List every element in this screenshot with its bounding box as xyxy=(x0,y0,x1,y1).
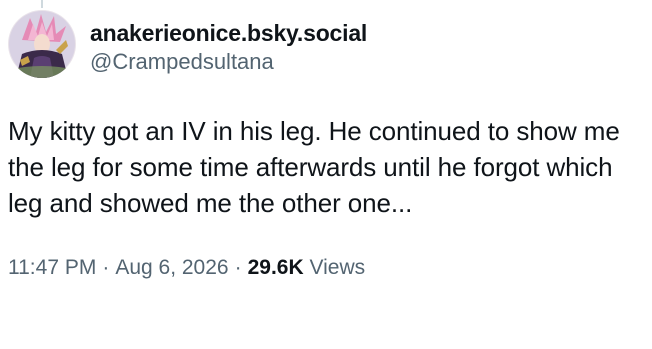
tweet-text: My kitty got an IV in his leg. He contin… xyxy=(8,116,620,218)
avatar-image xyxy=(8,10,76,78)
meta-separator: · xyxy=(102,256,110,279)
tweet-card: anakerieonice.bsky.social @Crampedsultan… xyxy=(8,10,644,282)
author-handle[interactable]: @Crampedsultana xyxy=(90,48,367,76)
views-label: Views xyxy=(309,256,366,279)
avatar[interactable] xyxy=(8,10,76,78)
tweet-date[interactable]: Aug 6, 2026 xyxy=(115,256,228,279)
views-count[interactable]: 29.6K xyxy=(248,256,304,279)
tweet-time[interactable]: 11:47 PM xyxy=(8,256,96,279)
tweet-metadata: 11:47 PM · Aug 6, 2026 · 29.6K Views xyxy=(8,254,644,282)
author-names: anakerieonice.bsky.social @Crampedsultan… xyxy=(90,10,367,76)
author-display-name[interactable]: anakerieonice.bsky.social xyxy=(90,18,367,48)
meta-separator: · xyxy=(234,256,242,279)
tweet-header: anakerieonice.bsky.social @Crampedsultan… xyxy=(8,10,644,78)
thread-connector-line xyxy=(41,0,43,8)
